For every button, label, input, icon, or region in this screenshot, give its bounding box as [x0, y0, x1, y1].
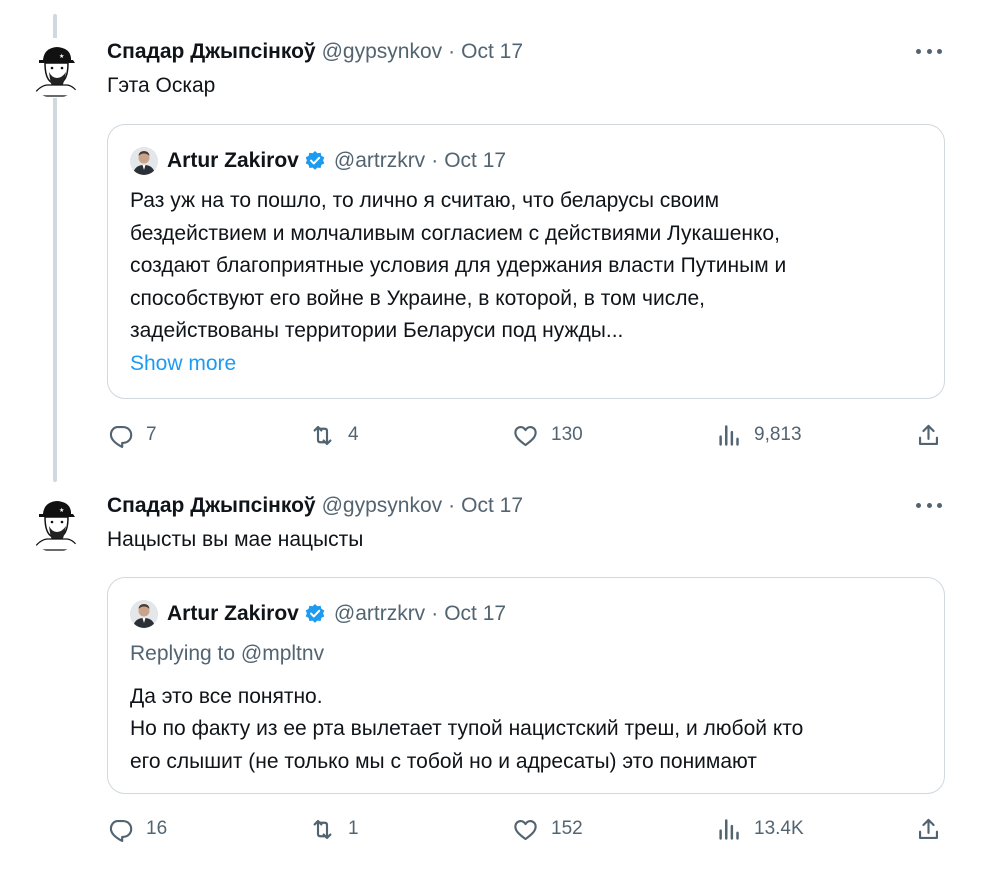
like-icon: [514, 819, 537, 840]
quoted-avatar[interactable]: [130, 600, 158, 628]
repost-count: 4: [348, 424, 359, 445]
quoted-text-line: Раз уж на то пошло, то лично я считаю, ч…: [130, 189, 720, 212]
quoted-tweet-date[interactable]: Oct 17: [444, 149, 506, 173]
quoted-avatar[interactable]: [130, 147, 158, 175]
reply-icon: [109, 819, 133, 842]
quoted-tweet[interactable]: Artur Zakirov @artrzkrv · Oct 17 Раз уж …: [107, 124, 945, 399]
show-more-link[interactable]: Show more: [130, 348, 920, 381]
reply-count: 7: [146, 424, 157, 445]
svg-text:★: ★: [59, 53, 64, 60]
separator-dot: ·: [431, 602, 439, 625]
repost-button[interactable]: 4: [309, 420, 359, 450]
views-button[interactable]: 9,813: [715, 420, 802, 450]
share-button[interactable]: [915, 814, 942, 844]
tweet-actions: 16 1 152 13.4K: [107, 814, 947, 844]
views-button[interactable]: 13.4K: [715, 814, 804, 844]
tweet-header: Спадар Джыпсінкоў @gypsynkov · Oct 17: [107, 38, 523, 66]
quoted-text-line: Но по факту из ее рта вылетает тупой нац…: [130, 717, 804, 740]
display-name[interactable]: Спадар Джыпсінкоў: [107, 494, 316, 518]
reply-button[interactable]: 7: [107, 420, 157, 450]
more-icon[interactable]: [916, 40, 942, 62]
like-button[interactable]: 152: [512, 814, 583, 844]
views-count: 13.4K: [754, 818, 804, 839]
repost-count: 1: [348, 818, 359, 839]
avatar-illustration: ★: [31, 501, 80, 551]
share-icon: [918, 818, 939, 839]
reply-count: 16: [146, 818, 168, 839]
quoted-tweet-text: Replying to @mpltnv Да это все понятно. …: [130, 638, 920, 778]
like-button[interactable]: 130: [512, 420, 583, 450]
views-count: 9,813: [754, 424, 802, 445]
share-icon: [918, 424, 939, 445]
quoted-text-line: его слышит (не только мы с тобой но и ад…: [130, 749, 757, 773]
separator-dot: ·: [448, 494, 456, 517]
quoted-display-name[interactable]: Artur Zakirov: [167, 602, 299, 626]
quoted-text-line: способствуют его войне в Украине, в кото…: [130, 286, 705, 310]
avatar[interactable]: ★: [25, 492, 85, 552]
quoted-text-line: Да это все понятно.: [130, 684, 323, 708]
svg-text:★: ★: [59, 507, 64, 514]
tweet-date[interactable]: Oct 17: [461, 494, 523, 518]
views-icon: [719, 818, 739, 840]
separator-dot: ·: [448, 40, 456, 63]
separator-dot: ·: [431, 149, 439, 172]
share-button[interactable]: [915, 420, 942, 450]
views-icon: [719, 424, 739, 446]
quoted-avatar-photo: [130, 600, 158, 628]
display-name[interactable]: Спадар Джыпсінкоў: [107, 40, 316, 64]
user-handle[interactable]: @gypsynkov: [322, 40, 443, 64]
quoted-tweet-date[interactable]: Oct 17: [444, 602, 506, 626]
repost-icon: [313, 425, 332, 445]
verified-icon: [304, 150, 326, 172]
like-count: 152: [551, 818, 583, 839]
reply-icon: [109, 425, 133, 448]
quoted-text-line: бездействием и молчаливым согласием с де…: [130, 221, 780, 245]
reply-button[interactable]: 16: [107, 814, 167, 844]
replying-to-label[interactable]: Replying to @mpltnv: [130, 638, 920, 671]
tweet-header: Спадар Джыпсінкоў @gypsynkov · Oct 17: [107, 492, 523, 520]
quoted-display-name[interactable]: Artur Zakirov: [167, 149, 299, 173]
tweet-date[interactable]: Oct 17: [461, 40, 523, 64]
quoted-tweet-header: Artur Zakirov @artrzkrv · Oct 17: [130, 598, 506, 630]
repost-button[interactable]: 1: [309, 814, 359, 844]
quoted-tweet-header: Artur Zakirov @artrzkrv · Oct 17: [130, 145, 506, 177]
quoted-tweet[interactable]: Artur Zakirov @artrzkrv · Oct 17 Replyin…: [107, 577, 945, 794]
avatar-illustration: ★: [31, 47, 80, 97]
quoted-text-line: создают благоприятные условия для удержа…: [130, 254, 787, 277]
quoted-user-handle[interactable]: @artrzkrv: [334, 149, 425, 173]
like-icon: [514, 425, 537, 446]
user-handle[interactable]: @gypsynkov: [322, 494, 443, 518]
avatar[interactable]: ★: [25, 38, 85, 98]
tweet-text: Нацысты вы мае нацысты: [107, 528, 364, 551]
quoted-avatar-photo: [130, 147, 158, 175]
like-count: 130: [551, 424, 583, 445]
quoted-text-line: задействованы территории Беларуси под ну…: [130, 319, 624, 342]
quoted-user-handle[interactable]: @artrzkrv: [334, 602, 425, 626]
tweet-actions: 7 4 130 9,813: [107, 420, 947, 450]
more-icon[interactable]: [916, 494, 942, 516]
verified-icon: [304, 603, 326, 625]
repost-icon: [313, 819, 332, 839]
tweet-text: Гэта Оскар: [107, 74, 216, 97]
quoted-tweet-text: Раз уж на то пошло, то лично я считаю, ч…: [130, 185, 920, 380]
